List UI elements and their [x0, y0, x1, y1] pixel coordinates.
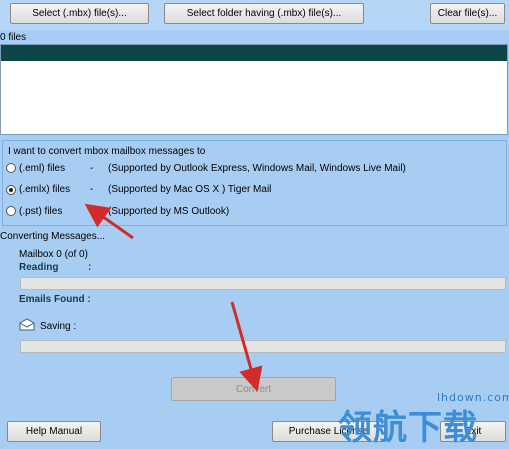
annotation-arrows [84, 203, 263, 392]
red-arrow [84, 203, 134, 240]
watermark-logo: 领航下载 [338, 408, 478, 448]
red-arrow [230, 301, 263, 392]
